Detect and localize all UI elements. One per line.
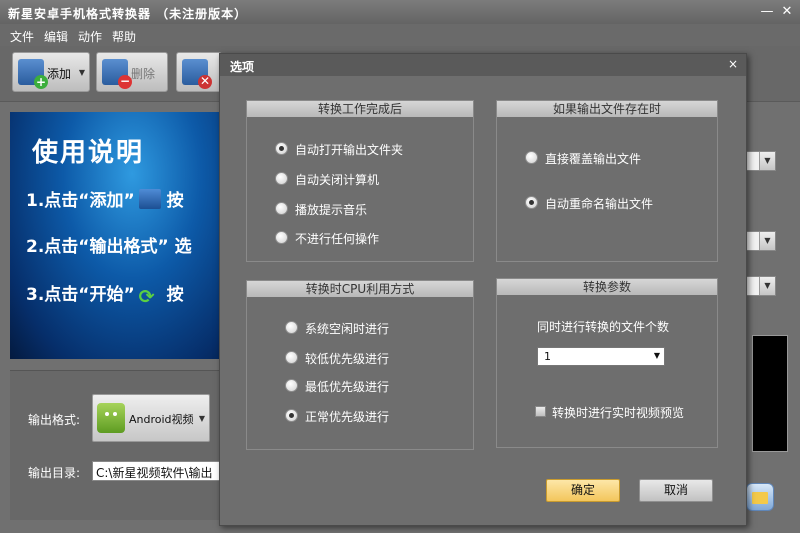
- radio-button-icon: [275, 202, 288, 215]
- radio-button-icon: [525, 151, 538, 164]
- android-icon: [97, 403, 125, 433]
- group-params: 转换参数 同时进行转换的文件个数 1 ▼ 转换时进行实时视频预览: [496, 278, 718, 448]
- file-count-select[interactable]: 1 ▼: [537, 347, 665, 366]
- banner-title: 使用说明: [32, 138, 145, 168]
- radio-button-icon: [275, 231, 288, 244]
- output-settings: 输出格式: Android视频 ▼ 输出目录: C:\新星视频软件\输出: [10, 370, 242, 520]
- file-count-value: 1: [544, 350, 551, 363]
- group-after-convert: 转换工作完成后 自动打开输出文件夹 自动关闭计算机 播放提示音乐 不进行任何操作: [246, 100, 474, 262]
- menu-file[interactable]: 文件: [10, 28, 34, 45]
- radio-button-icon: [275, 172, 288, 185]
- add-video-icon: +: [18, 59, 48, 89]
- file-count-label: 同时进行转换的文件个数: [537, 320, 670, 334]
- banner-step-2: 2.点击“输出格式” 选: [26, 237, 192, 257]
- close-window-button[interactable]: ✕: [778, 3, 796, 20]
- dialog-close-button[interactable]: ×: [728, 57, 738, 71]
- radio-button-icon: [275, 142, 288, 155]
- chevron-down-icon[interactable]: ▼: [79, 68, 85, 77]
- menu-edit[interactable]: 编辑: [44, 28, 68, 45]
- radio-button-icon: [285, 321, 298, 334]
- cancel-button[interactable]: 取消: [639, 479, 713, 502]
- video-preview: [752, 335, 788, 452]
- radio-button-icon: [285, 379, 298, 392]
- radio-button-icon: [525, 196, 538, 209]
- output-format-value: Android视频: [129, 413, 194, 426]
- add-button[interactable]: + 添加 ▼: [12, 52, 90, 92]
- output-format-button[interactable]: Android视频 ▼: [92, 394, 210, 442]
- group-cpu: 转换时CPU利用方式 系统空闲时进行 较低优先级进行 最低优先级进行 正常优先级…: [246, 280, 474, 450]
- delete-button[interactable]: − 删除: [96, 52, 168, 92]
- group-if-exists-header: 如果输出文件存在时: [497, 101, 717, 117]
- radio-button-icon: [285, 351, 298, 364]
- clear-video-icon: ✕: [182, 59, 212, 89]
- dialog-title-bar: 选项 ×: [220, 54, 746, 76]
- group-params-header: 转换参数: [497, 279, 717, 295]
- chevron-down-icon: ▼: [759, 232, 775, 250]
- group-cpu-header: 转换时CPU利用方式: [247, 281, 473, 297]
- minimize-button[interactable]: —: [758, 3, 776, 20]
- radio-button-icon: [285, 409, 298, 422]
- refresh-icon: ⟳: [138, 286, 155, 308]
- title-bar: 新星安卓手机格式转换器 （未注册版本） — ✕: [0, 0, 800, 24]
- banner-step-3: 3.点击“开始” ⟳ 按: [26, 285, 184, 308]
- clear-button[interactable]: ✕: [176, 52, 222, 92]
- delete-label: 删除: [131, 67, 156, 81]
- chevron-down-icon: ▼: [759, 277, 775, 295]
- options-dialog: 选项 × 转换工作完成后 自动打开输出文件夹 自动关闭计算机 播放提示音乐 不进…: [219, 53, 747, 526]
- checkbox-icon: [535, 406, 546, 417]
- output-format-label: 输出格式:: [28, 413, 81, 427]
- group-if-exists: 如果输出文件存在时 直接覆盖输出文件 自动重命名输出文件: [496, 100, 718, 262]
- open-folder-button[interactable]: [746, 483, 774, 511]
- menu-bar: 文件 编辑 动作 帮助: [0, 24, 800, 46]
- menu-help[interactable]: 帮助: [112, 28, 136, 45]
- output-dir-label: 输出目录:: [28, 466, 81, 480]
- chevron-down-icon: ▼: [198, 414, 205, 423]
- folder-icon: [752, 492, 768, 504]
- add-label: 添加: [47, 67, 72, 81]
- dialog-title: 选项: [230, 60, 255, 74]
- chevron-down-icon: ▼: [653, 351, 660, 360]
- banner-step-1: 1.点击“添加” 按: [26, 189, 184, 211]
- ok-button[interactable]: 确定: [546, 479, 620, 502]
- group-after-convert-header: 转换工作完成后: [247, 101, 473, 117]
- instruction-banner: 使用说明 1.点击“添加” 按 2.点击“输出格式” 选 3.点击“开始” ⟳ 按: [10, 112, 232, 359]
- app-title: 新星安卓手机格式转换器 （未注册版本）: [8, 7, 248, 21]
- add-video-icon: [138, 189, 161, 209]
- right-panel: ▼ ▼ ▼: [740, 112, 800, 522]
- menu-action[interactable]: 动作: [78, 28, 102, 45]
- chevron-down-icon: ▼: [759, 152, 775, 170]
- delete-video-icon: −: [102, 59, 132, 89]
